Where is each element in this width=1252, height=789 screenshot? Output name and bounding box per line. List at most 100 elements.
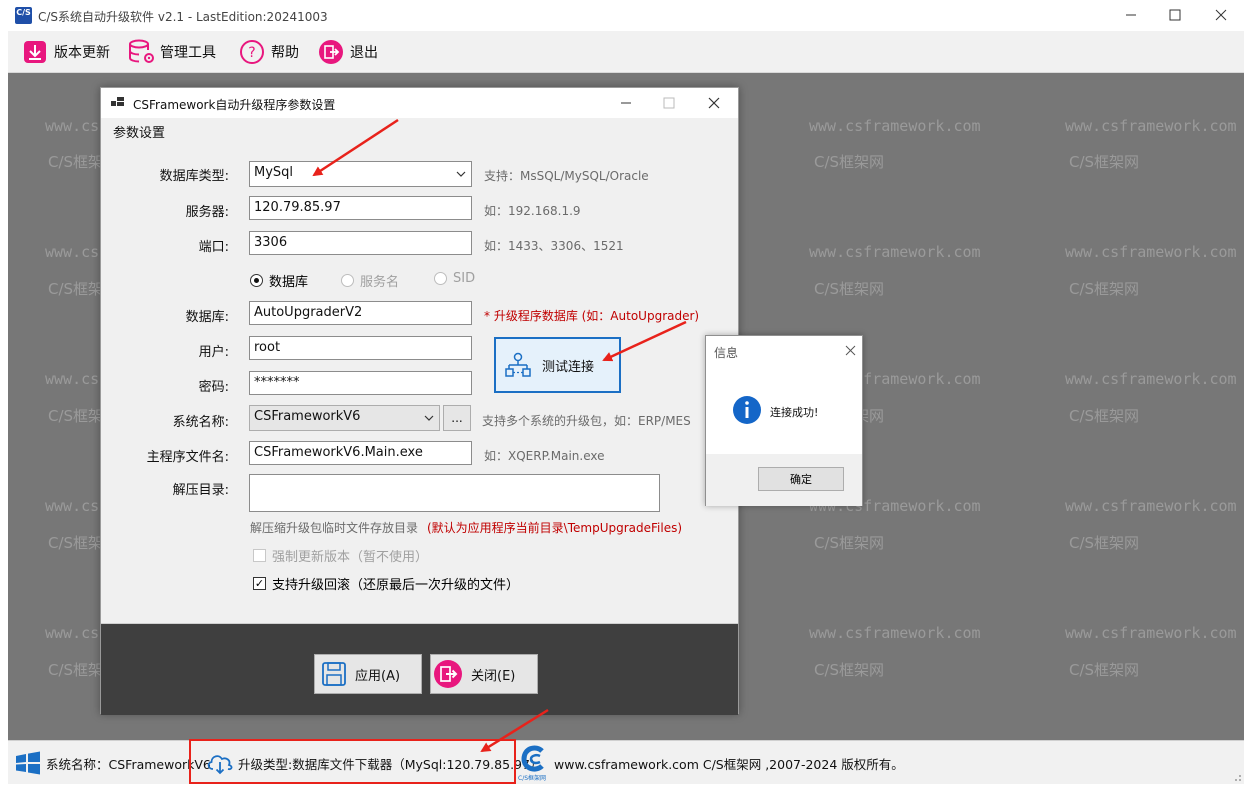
server-input[interactable]: 120.79.85.97 [249, 196, 472, 220]
watermark-brand: C/S框架网 [814, 661, 885, 679]
radio-service-name[interactable]: 服务名 [341, 271, 399, 290]
toolbar-label: 退出 [350, 45, 378, 61]
dialog-close-button[interactable] [699, 92, 729, 114]
windows-logo-icon [16, 751, 40, 775]
help-circle-icon: ? [239, 39, 265, 65]
watermark-site: www.csframework.com [1065, 117, 1237, 135]
db-type-value: MySql [254, 165, 294, 180]
dialog-title-bar[interactable]: CSFramework自动升级程序参数设置 [101, 88, 738, 118]
window-title: C/S系统自动升级软件 v2.1 - LastEdition:20241003 [38, 10, 328, 24]
extract-dir-input[interactable] [249, 474, 660, 512]
dialog-minimize-button[interactable] [611, 92, 641, 114]
toolbar-help-button[interactable]: ? 帮助 [239, 37, 299, 67]
password-label: 密码: [198, 380, 229, 395]
checkbox-label: 强制更新版本（暂不使用） [272, 550, 429, 565]
watermark-site: www.csframework.com [1065, 370, 1237, 388]
watermark-site: www.csframework.com [1065, 624, 1237, 642]
status-copyright: C/S框架网 www.csframework.com C/S框架网 ,2007-… [518, 741, 904, 785]
close-icon [708, 97, 720, 109]
maximize-button[interactable] [1152, 4, 1198, 26]
watermark-site: www.csframework.com [809, 243, 981, 261]
resize-grip-icon[interactable] [1232, 772, 1242, 782]
dialog-title: CSFramework自动升级程序参数设置 [133, 98, 336, 112]
svg-text:?: ? [248, 45, 255, 61]
network-icon [505, 352, 531, 377]
port-input[interactable]: 3306 [249, 231, 472, 255]
minimize-button[interactable] [1108, 4, 1154, 26]
message-box: 信息 连接成功! 确定 [705, 335, 863, 506]
database-gear-icon [128, 39, 154, 65]
radio-label: SID [453, 271, 476, 286]
extract-dir-label: 解压目录: [172, 483, 229, 498]
close-window-button[interactable] [1198, 4, 1244, 26]
server-label: 服务器: [185, 205, 229, 220]
user-label: 用户: [198, 345, 229, 360]
exit-icon [318, 39, 344, 65]
port-hint: 如：1433、3306、1521 [484, 239, 624, 253]
close-dialog-button[interactable]: 关闭(E) [430, 654, 538, 694]
info-icon [733, 396, 761, 424]
main-exe-label: 主程序文件名: [146, 450, 229, 465]
watermark-site: www.csframework.com [1065, 497, 1237, 515]
system-name-hint: 支持多个系统的升级包，如：ERP/MES [482, 414, 691, 428]
rollback-checkbox[interactable]: ✓ 支持升级回滚（还原最后一次升级的文件） [253, 574, 519, 593]
toolbar-label: 管理工具 [160, 45, 216, 61]
main-title-bar[interactable]: C/S C/S系统自动升级软件 v2.1 - LastEdition:20241… [0, 0, 1252, 31]
db-type-select[interactable]: MySql [249, 161, 472, 187]
test-connection-button[interactable]: 测试连接 [494, 337, 621, 393]
toolbar-exit-button[interactable]: 退出 [318, 37, 378, 67]
toolbar-label: 帮助 [271, 45, 299, 61]
message-box-footer: 确定 [706, 454, 862, 506]
system-name-select[interactable]: CSFrameworkV6 [249, 405, 440, 431]
port-label: 端口: [198, 240, 229, 255]
radio-label: 服务名 [360, 275, 400, 290]
toolbar-version-update-button[interactable]: 版本更新 [22, 37, 110, 67]
status-system-text: 系统名称：CSFrameworkV6 [46, 756, 211, 772]
watermark-brand: C/S框架网 [814, 280, 885, 298]
server-hint: 如：192.168.1.9 [484, 204, 581, 218]
logo-caption: C/S框架网 [518, 775, 547, 782]
radio-dot [434, 272, 447, 285]
group-title: 参数设置 [113, 126, 166, 141]
maximize-icon [663, 97, 675, 109]
csframework-logo-icon: C/S框架网 [518, 743, 548, 783]
system-name-label: 系统名称: [172, 415, 229, 430]
watermark-brand: C/S框架网 [814, 153, 885, 171]
dialog-maximize-button[interactable] [654, 92, 684, 114]
user-input[interactable]: root [249, 336, 472, 360]
check-icon: ✓ [253, 577, 266, 590]
message-text: 连接成功! [770, 406, 819, 419]
database-input[interactable]: AutoUpgraderV2 [249, 301, 472, 325]
main-exe-hint: 如：XQERP.Main.exe [484, 449, 605, 463]
browse-button[interactable]: ... [443, 405, 471, 431]
app-logo-text: C/S [16, 8, 31, 17]
main-exe-input[interactable]: CSFrameworkV6.Main.exe [249, 441, 472, 465]
watermark-brand: C/S框架网 [1069, 153, 1140, 171]
settings-dialog: CSFramework自动升级程序参数设置 参数设置 数据库类型: MySql … [100, 87, 739, 715]
checkbox-label: 支持升级回滚（还原最后一次升级的文件） [272, 578, 520, 593]
status-copyright-text: www.csframework.com C/S框架网 ,2007-2024 版权… [554, 756, 904, 772]
ok-button[interactable]: 确定 [758, 467, 844, 491]
app-logo-icon: C/S [15, 7, 32, 24]
message-box-title: 信息 [714, 346, 739, 360]
watermark-brand: C/S框架网 [1069, 407, 1140, 425]
app-window-icon [111, 97, 124, 106]
minimize-icon [1126, 14, 1136, 16]
watermark-site: www.csframework.com [809, 624, 981, 642]
minimize-icon [621, 102, 631, 104]
save-icon [322, 662, 346, 686]
watermark-brand: C/S框架网 [1069, 661, 1140, 679]
radio-dot [250, 274, 263, 287]
force-update-checkbox[interactable]: 强制更新版本（暂不使用） [253, 546, 428, 565]
dialog-body: 参数设置 数据库类型: MySql 支持：MsSQL/MySQL/Oracle … [101, 118, 738, 623]
password-input[interactable]: ******* [249, 371, 472, 395]
apply-button[interactable]: 应用(A) [314, 654, 422, 694]
maximize-icon [1169, 9, 1181, 21]
radio-sid[interactable]: SID [434, 271, 475, 286]
toolbar-admin-tools-button[interactable]: 管理工具 [128, 37, 216, 67]
dialog-footer: 应用(A) 关闭(E) [101, 623, 738, 715]
system-name-value: CSFrameworkV6 [254, 409, 361, 424]
download-box-icon [22, 39, 48, 65]
message-box-close-button[interactable] [842, 342, 858, 358]
radio-database[interactable]: 数据库 [250, 271, 308, 290]
